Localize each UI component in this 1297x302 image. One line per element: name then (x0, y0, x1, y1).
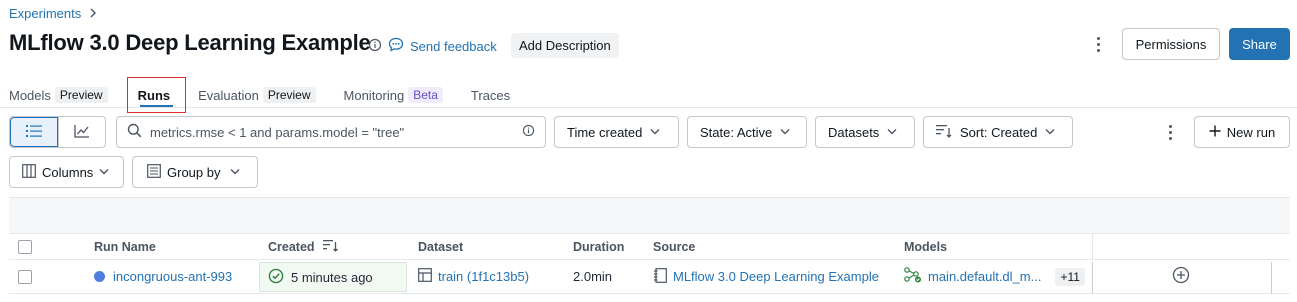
dataset-cell[interactable]: train (1f1c13b5) (418, 260, 529, 293)
list-view-button[interactable] (10, 117, 58, 147)
tabs-divider (0, 107, 1297, 108)
created-cell: 5 minutes ago (259, 262, 407, 292)
columns-icon (22, 163, 36, 181)
sort-label: Sort: Created (960, 124, 1038, 140)
tab-models[interactable]: Models Preview (9, 87, 108, 103)
more-options-icon[interactable] (1162, 122, 1178, 142)
page-title: MLflow 3.0 Deep Learning Example (9, 30, 371, 55)
column-divider (1092, 233, 1093, 260)
time-created-label: Time created (567, 124, 643, 140)
chevron-down-icon (887, 127, 897, 138)
chevron-right-icon (89, 7, 97, 21)
group-icon (147, 163, 161, 181)
beta-badge: Beta (408, 87, 443, 103)
dataset-link[interactable]: train (1f1c13b5) (438, 269, 529, 284)
check-circle-icon (268, 268, 284, 287)
tab-monitoring[interactable]: Monitoring Beta (344, 87, 443, 103)
column-header-created-label: Created (268, 239, 315, 254)
more-models-badge[interactable]: +11 (1055, 267, 1085, 286)
sort-descending-icon (322, 239, 339, 255)
table-toolbar-band (9, 197, 1290, 233)
view-mode-toggle (9, 116, 106, 148)
tab-traces[interactable]: Traces (471, 88, 510, 103)
select-all-checkbox[interactable] (18, 234, 32, 259)
plus-icon (1209, 125, 1221, 140)
chart-view-button[interactable] (58, 117, 105, 147)
notebook-icon (653, 267, 667, 286)
tab-monitoring-label: Monitoring (343, 87, 405, 103)
table-row[interactable]: incongruous-ant-993 5 minutes ago train … (9, 260, 1290, 294)
time-created-dropdown[interactable]: Time created (554, 116, 679, 148)
models-cell[interactable]: main.default.dl_m... +11 (904, 260, 1085, 293)
column-header-models[interactable]: Models (904, 234, 947, 259)
send-feedback-label: Send feedback (410, 38, 497, 54)
tab-evaluation[interactable]: Evaluation Preview (198, 87, 316, 103)
run-name-cell: incongruous-ant-993 (94, 260, 232, 293)
speech-bubble-icon (388, 37, 404, 55)
list-icon (26, 124, 42, 141)
model-link[interactable]: main.default.dl_m... (928, 269, 1041, 284)
state-dropdown[interactable]: State: Active (687, 116, 807, 148)
table-edge (1271, 262, 1272, 294)
datasets-label: Datasets (828, 124, 880, 140)
column-header-source[interactable]: Source (653, 234, 695, 259)
plus-circle-icon (1172, 266, 1190, 287)
row-checkbox[interactable] (18, 260, 32, 293)
source-link[interactable]: MLflow 3.0 Deep Learning Example (673, 269, 879, 284)
duration-value: 2.0min (573, 269, 613, 284)
send-feedback-link[interactable]: Send feedback (388, 37, 497, 55)
run-name-link[interactable]: incongruous-ant-993 (113, 269, 232, 284)
sort-icon (936, 124, 952, 141)
add-column-button[interactable] (1172, 260, 1190, 293)
columns-label: Columns (42, 164, 94, 180)
chevron-down-icon (780, 127, 790, 138)
group-by-label: Group by (167, 164, 221, 180)
table-icon (418, 268, 432, 285)
preview-badge: Preview (54, 87, 108, 103)
chevron-down-icon (99, 167, 109, 178)
run-color-dot[interactable] (94, 271, 105, 282)
permissions-button[interactable]: Permissions (1122, 28, 1220, 60)
chevron-down-icon (230, 167, 240, 178)
created-value: 5 minutes ago (291, 269, 373, 285)
tab-models-label: Models (9, 87, 51, 103)
column-header-duration[interactable]: Duration (573, 234, 624, 259)
search-input[interactable] (150, 124, 514, 140)
sort-dropdown[interactable]: Sort: Created (923, 116, 1073, 148)
tab-bar: Models Preview Runs Evaluation Preview M… (9, 84, 538, 106)
column-header-dataset[interactable]: Dataset (418, 234, 463, 259)
more-options-icon[interactable] (1090, 34, 1106, 54)
breadcrumb: Experiments (9, 6, 97, 21)
search-icon (127, 123, 142, 141)
state-label: State: Active (700, 124, 773, 140)
add-description-button[interactable]: Add Description (511, 33, 619, 58)
breadcrumb-experiments-link[interactable]: Experiments (9, 6, 81, 21)
line-chart-icon (74, 124, 90, 141)
chevron-down-icon (650, 127, 660, 138)
preview-badge: Preview (262, 87, 316, 103)
column-header-created[interactable]: Created (268, 234, 339, 259)
table-header: Run Name Created Dataset Duration Source… (9, 233, 1290, 260)
model-icon (904, 267, 922, 286)
new-run-button[interactable]: New run (1194, 116, 1290, 148)
highlight-box (127, 77, 186, 113)
new-run-label: New run (1226, 124, 1276, 140)
source-cell[interactable]: MLflow 3.0 Deep Learning Example (653, 260, 879, 293)
group-by-button[interactable]: Group by (132, 156, 258, 188)
columns-button[interactable]: Columns (9, 156, 124, 188)
tab-traces-label: Traces (470, 87, 511, 103)
column-divider (1092, 262, 1093, 294)
column-header-run-name[interactable]: Run Name (94, 234, 156, 259)
tab-evaluation-label: Evaluation (198, 87, 259, 103)
share-button[interactable]: Share (1229, 28, 1290, 60)
search-box (116, 116, 546, 148)
info-icon[interactable] (522, 124, 535, 140)
chevron-down-icon (1045, 127, 1055, 138)
datasets-dropdown[interactable]: Datasets (815, 116, 915, 148)
info-icon[interactable] (368, 38, 382, 52)
